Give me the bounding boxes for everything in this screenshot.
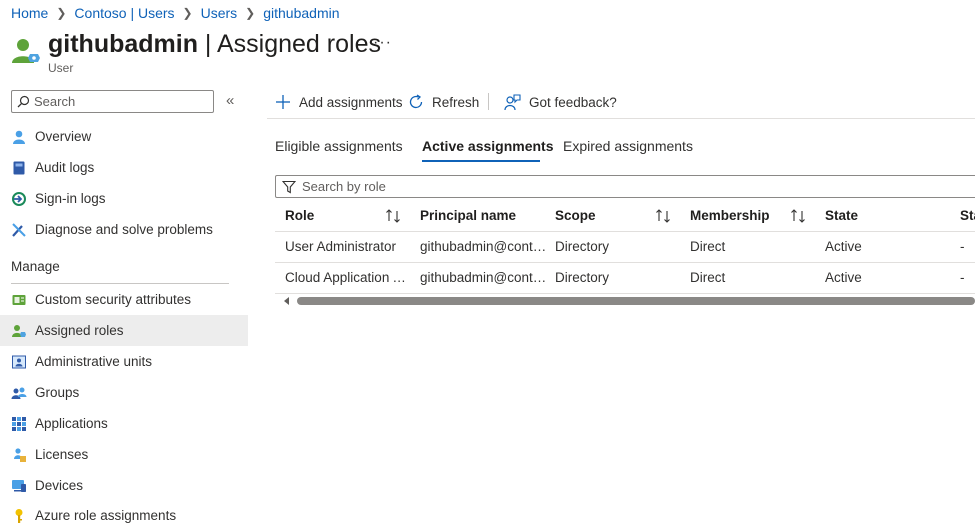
page-title-user: githubadmin [48,30,198,58]
column-header-scope[interactable]: Scope [555,201,645,231]
groups-icon [11,385,27,401]
book-icon [11,160,27,176]
admin-units-icon [11,354,27,370]
feedback-icon [504,93,521,111]
sidebar-item-label: Diagnose and solve problems [35,222,213,237]
refresh-label: Refresh [432,94,480,110]
sidebar-item-label: Administrative units [35,354,153,369]
active-tab-indicator [422,160,540,162]
role-filter[interactable] [275,175,975,198]
sidebar-item-assigned-roles[interactable]: Assigned roles [0,315,248,346]
refresh-icon [408,94,424,110]
plus-icon [275,94,291,110]
table-row[interactable]: User Administrator githubadmin@conto... … [275,232,975,263]
sidebar-item-label: Audit logs [35,160,95,175]
breadcrumb: Home ❯ Contoso | Users ❯ Users ❯ githuba… [11,4,340,22]
sidebar-item-azure-role-assignments[interactable]: Azure role assignments [0,500,248,526]
sidebar-item-label: Devices [35,478,84,493]
sidebar-item-label: Licenses [35,447,89,462]
sidebar-item-label: Azure role assignments [35,508,177,523]
toolbar-divider [488,93,489,110]
cell-principal-name: githubadmin@conto... [420,270,548,285]
more-options-button[interactable]: ··· [373,34,392,52]
breadcrumb-githubadmin[interactable]: githubadmin [263,5,339,21]
column-header-role[interactable]: Role [285,201,375,231]
toolbar-divider-line [267,118,975,119]
cell-scope: Directory [555,239,610,254]
column-header-membership[interactable]: Membership [690,201,785,231]
page-title-section: | Assigned roles [197,30,381,58]
apps-grid-icon [11,416,27,432]
breadcrumb-users[interactable]: Users [201,5,238,21]
sidebar-item-diagnose[interactable]: Diagnose and solve problems [0,214,248,245]
column-header-start-time[interactable]: Sta [960,201,975,231]
sort-icon[interactable] [790,208,806,224]
sidebar-item-audit-logs[interactable]: Audit logs [0,152,248,183]
sidebar-item-label: Applications [35,416,108,431]
horizontal-scrollbar[interactable] [282,296,975,306]
cell-role: Cloud Application A... [285,270,410,285]
chevron-right-icon: ❯ [245,6,256,20]
sort-icon[interactable] [385,208,401,224]
sidebar-item-administrative-units[interactable]: Administrative units [0,346,248,377]
sidebar-item-overview[interactable]: Overview [0,121,248,152]
cell-principal-name: githubadmin@conto... [420,239,548,254]
sidebar-item-sign-in-logs[interactable]: Sign-in logs [0,183,248,214]
key-icon [11,508,27,524]
search-icon [17,95,30,108]
chevron-right-icon: ❯ [182,6,193,20]
user-roles-icon [12,39,40,63]
add-assignments-button[interactable]: Add assignments [275,90,403,114]
cell-role: User Administrator [285,239,397,254]
device-icon [11,478,27,494]
sidebar-search-input[interactable] [34,94,204,109]
sort-icon[interactable] [655,208,671,224]
column-header-state[interactable]: State [825,201,945,231]
sidebar-search[interactable] [11,90,214,113]
tab-eligible-assignments[interactable]: Eligible assignments [275,138,403,164]
cell-state: Active [825,239,862,254]
cell-state: Active [825,270,862,285]
sidebar-item-custom-security-attributes[interactable]: Custom security attributes [0,284,248,315]
filter-icon [282,180,296,193]
column-header-principal-name[interactable]: Principal name [420,201,545,231]
page-title: githubadmin | Assigned roles [48,30,381,59]
sidebar-item-label: Custom security attributes [35,292,192,307]
cell-scope: Directory [555,270,610,285]
person-icon [11,129,27,145]
sidebar-section-manage: Manage [11,259,60,274]
sign-in-icon [11,191,27,207]
chevron-right-icon: ❯ [56,6,67,20]
attributes-icon [11,292,27,308]
assigned-roles-icon [11,323,27,339]
cell-start-time: - [960,270,965,285]
sidebar-item-label: Sign-in logs [35,191,106,206]
breadcrumb-home[interactable]: Home [11,5,48,21]
sidebar-item-label: Assigned roles [35,323,124,338]
sidebar-item-label: Groups [35,385,80,400]
sidebar-item-devices[interactable]: Devices [0,470,248,501]
breadcrumb-contoso-users[interactable]: Contoso | Users [74,5,174,21]
license-icon [11,447,27,463]
wrench-icon [11,222,27,238]
feedback-button[interactable]: Got feedback? [504,90,617,114]
cell-membership: Direct [690,239,726,254]
collapse-sidebar-button[interactable]: « [226,92,234,109]
sidebar-item-label: Overview [35,129,92,144]
table-row[interactable]: Cloud Application A... githubadmin@conto… [275,263,975,294]
sidebar-item-licenses[interactable]: Licenses [0,439,248,470]
scrollbar-thumb[interactable] [297,297,975,305]
page-subtitle: User [48,61,74,75]
table-header-row: Role Principal name Scope Membership Sta… [275,201,975,232]
cell-membership: Direct [690,270,726,285]
scroll-left-arrow-icon[interactable] [282,296,292,306]
sidebar-item-groups[interactable]: Groups [0,377,248,408]
cell-start-time: - [960,239,965,254]
feedback-label: Got feedback? [529,94,617,110]
sidebar-item-applications[interactable]: Applications [0,408,248,439]
role-filter-input[interactable] [302,179,902,194]
tab-expired-assignments[interactable]: Expired assignments [563,138,693,164]
add-assignments-label: Add assignments [299,94,403,110]
refresh-button[interactable]: Refresh [408,90,479,114]
